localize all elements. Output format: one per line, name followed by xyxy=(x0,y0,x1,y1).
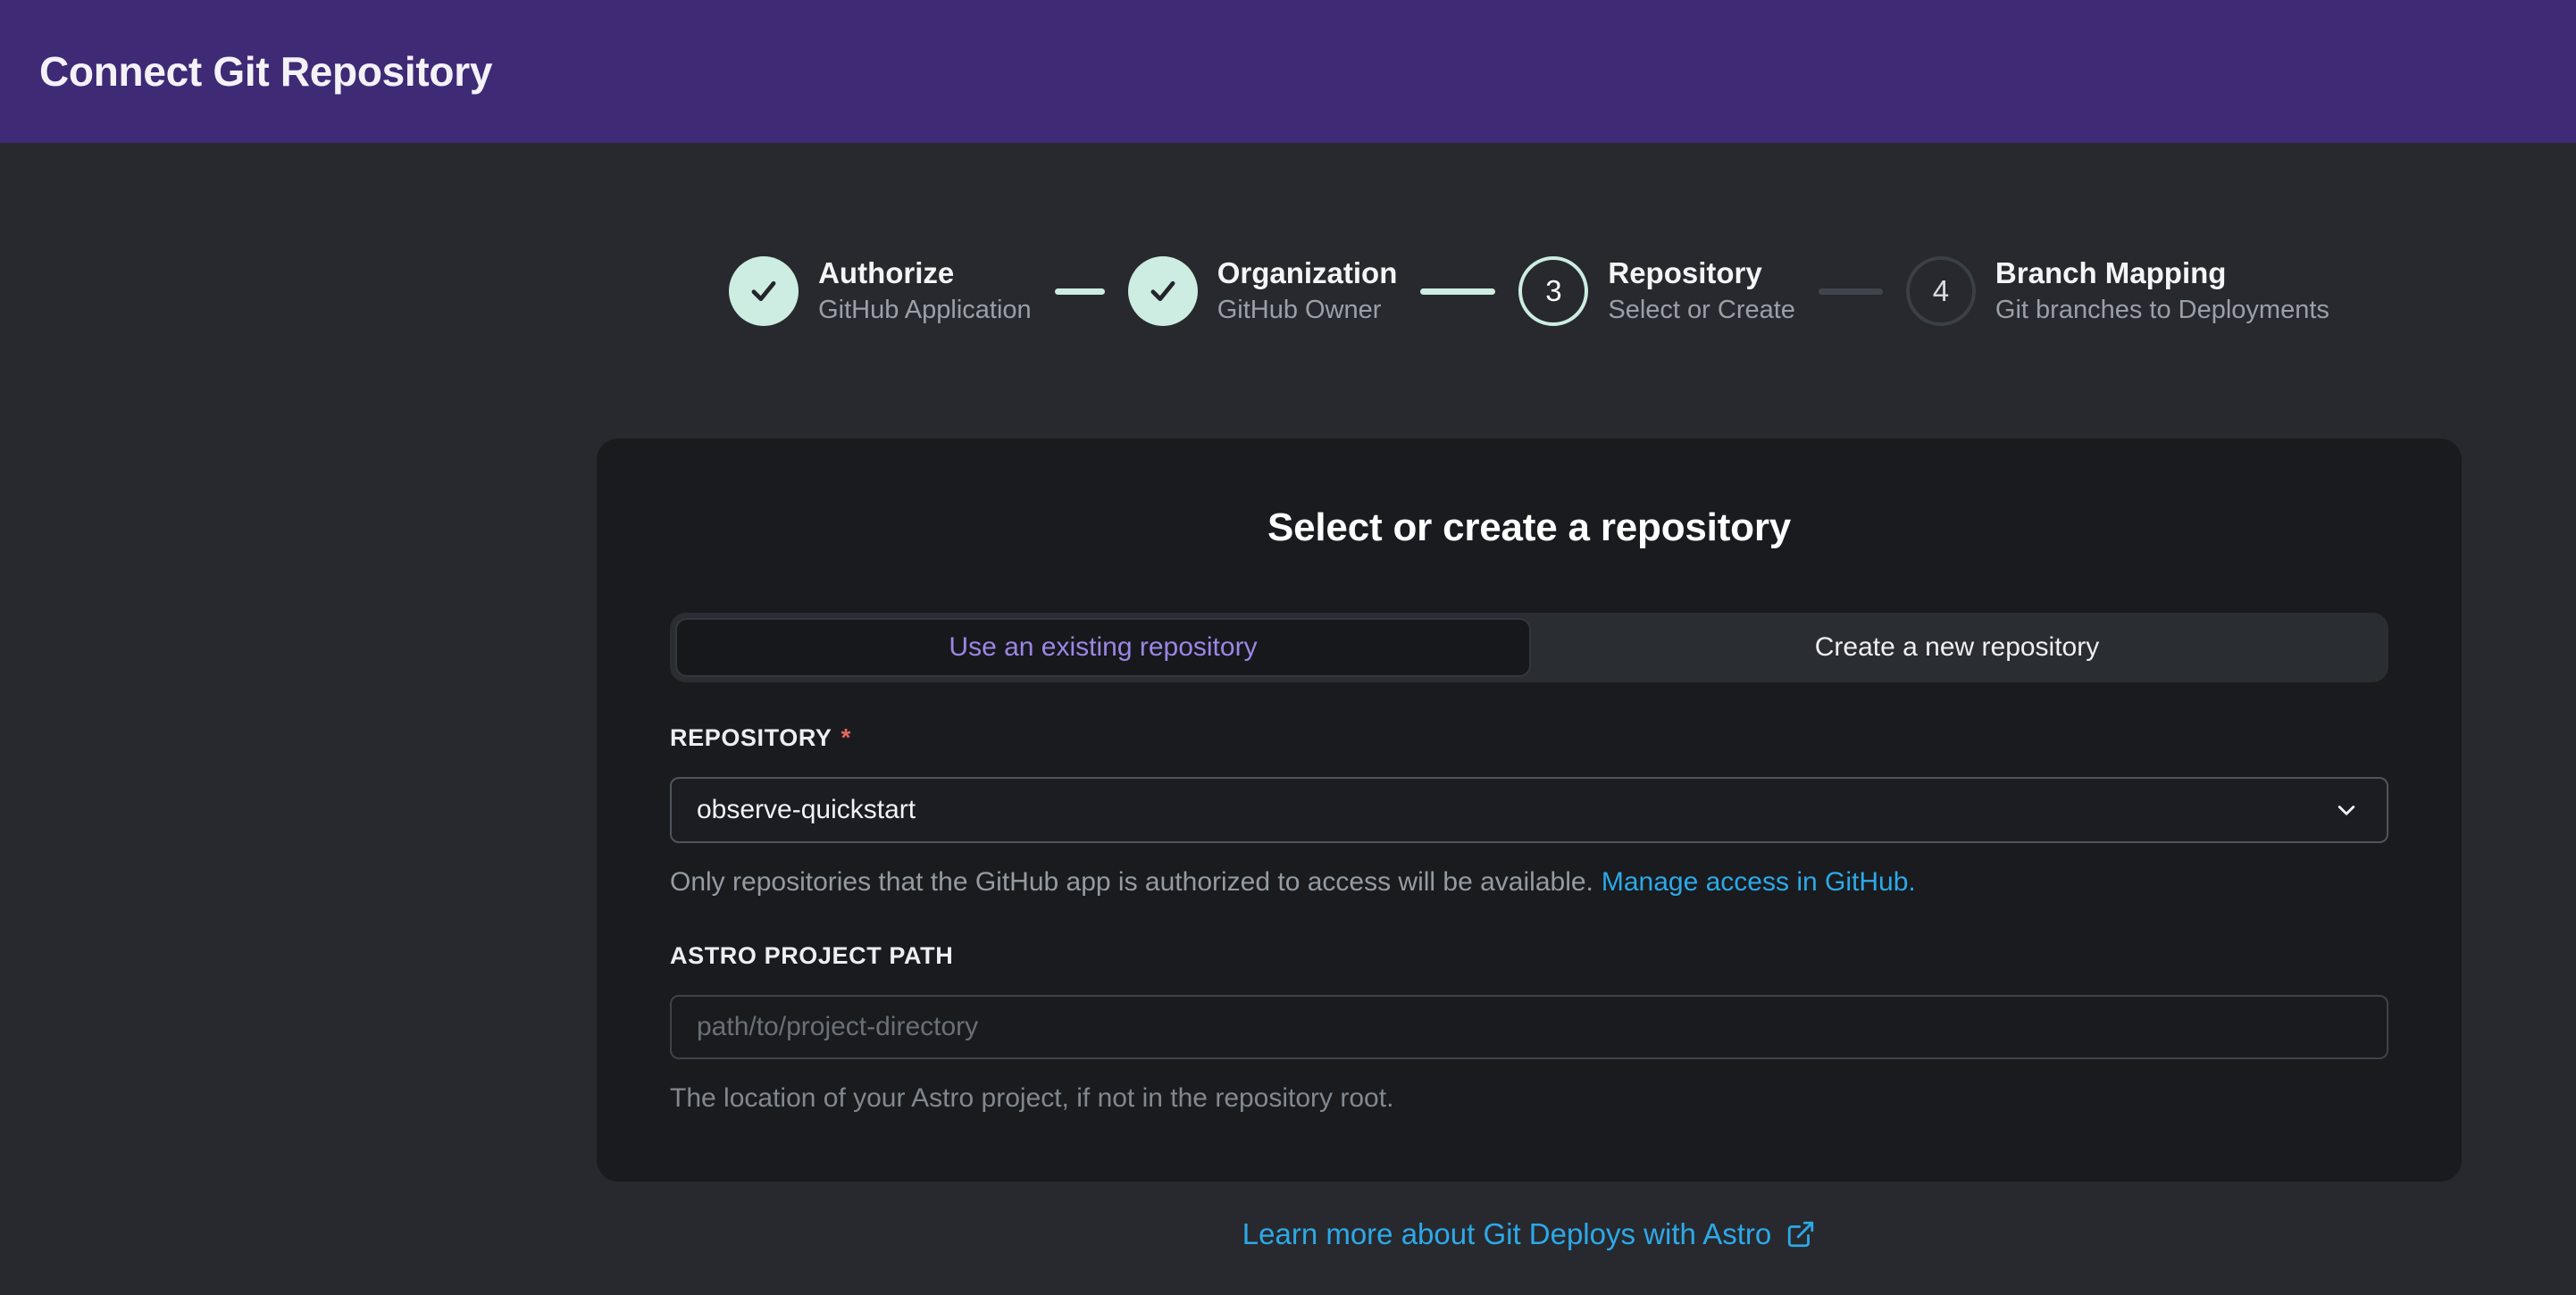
card-title: Select or create a repository xyxy=(670,505,2388,550)
repository-select-value: observe-quickstart xyxy=(697,795,916,825)
step-title: Branch Mapping xyxy=(1995,257,2329,289)
manage-access-link[interactable]: Manage access in GitHub. xyxy=(1602,867,1916,897)
step-subtitle: GitHub Application xyxy=(818,297,1032,325)
step-number: 3 xyxy=(1545,274,1561,308)
repo-mode-tabs: Use an existing repository Create a new … xyxy=(670,613,2388,682)
required-marker: * xyxy=(841,723,852,752)
repository-card: Select or create a repository Use an exi… xyxy=(597,439,2462,1182)
step-complete-circle xyxy=(1128,256,1198,326)
step-number: 4 xyxy=(1933,274,1949,308)
external-link-icon xyxy=(1786,1219,1816,1249)
learn-more-link[interactable]: Learn more about Git Deploys with Astro xyxy=(1242,1217,1816,1251)
modal-title: Connect Git Repository xyxy=(39,47,492,96)
step-subtitle: GitHub Owner xyxy=(1217,297,1398,325)
check-icon xyxy=(1146,274,1180,308)
step-upcoming-circle: 4 xyxy=(1906,256,1976,326)
modal-header: Connect Git Repository xyxy=(0,0,2576,143)
step-subtitle: Select or Create xyxy=(1608,297,1795,325)
card-footer: Learn more about Git Deploys with Astro xyxy=(597,1217,2462,1251)
repository-select[interactable]: observe-quickstart xyxy=(670,777,2388,843)
stepper: Authorize GitHub Application Organizatio… xyxy=(597,256,2462,326)
step-subtitle: Git branches to Deployments xyxy=(1995,297,2329,325)
step-current-circle: 3 xyxy=(1518,256,1588,326)
project-path-input[interactable] xyxy=(670,995,2388,1059)
modal-body: Authorize GitHub Application Organizatio… xyxy=(597,143,2462,1251)
step-item-repository[interactable]: 3 Repository Select or Create xyxy=(1518,256,1795,326)
tab-new-repository[interactable]: Create a new repository xyxy=(1531,618,2383,677)
step-item-authorize[interactable]: Authorize GitHub Application xyxy=(729,256,1032,326)
step-title: Repository xyxy=(1608,257,1795,289)
chevron-down-icon xyxy=(2331,795,2362,825)
step-connector-1 xyxy=(1055,288,1105,295)
step-item-organization[interactable]: Organization GitHub Owner xyxy=(1128,256,1398,326)
tab-existing-repository[interactable]: Use an existing repository xyxy=(675,618,1531,677)
project-path-label: ASTRO PROJECT PATH xyxy=(670,942,2388,970)
step-title: Authorize xyxy=(818,257,1032,289)
check-icon xyxy=(747,274,781,308)
step-connector-3 xyxy=(1819,288,1883,295)
step-complete-circle xyxy=(729,256,799,326)
project-path-help-text: The location of your Astro project, if n… xyxy=(670,1081,2388,1115)
step-title: Organization xyxy=(1217,257,1398,289)
repository-help-text: Only repositories that the GitHub app is… xyxy=(670,865,2388,899)
step-item-branch-mapping[interactable]: 4 Branch Mapping Git branches to Deploym… xyxy=(1906,256,2329,326)
step-connector-2 xyxy=(1420,288,1495,295)
repository-label: REPOSITORY * xyxy=(670,723,2388,752)
